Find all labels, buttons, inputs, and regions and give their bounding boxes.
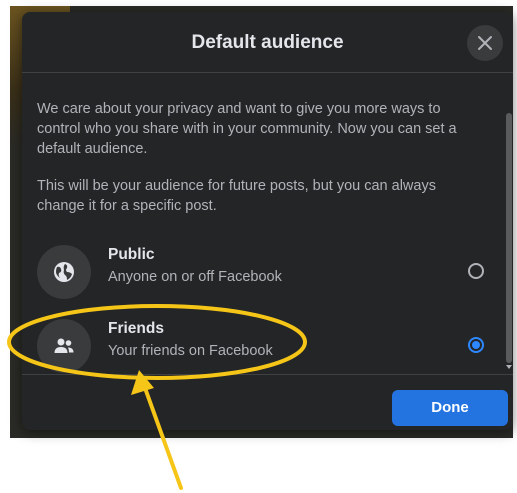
dialog-body: We care about your privacy and want to g… <box>22 73 503 373</box>
friends-icon <box>54 338 74 353</box>
intro-text: We care about your privacy and want to g… <box>37 101 457 157</box>
public-icon-circle <box>37 245 91 299</box>
default-audience-dialog: Default audience We care about your priv… <box>22 12 513 430</box>
audience-option-public[interactable]: Public Anyone on or off Facebook <box>30 239 503 305</box>
scroll-down-arrow-icon[interactable] <box>506 365 512 369</box>
dialog-header: Default audience <box>22 12 513 73</box>
friends-icon-circle <box>37 319 91 373</box>
option-title-friends: Friends <box>108 320 164 337</box>
radio-friends[interactable] <box>468 337 484 353</box>
dialog-scrollbar[interactable] <box>505 73 513 373</box>
dialog-title: Default audience <box>191 32 344 53</box>
scroll-thumb[interactable] <box>506 113 512 363</box>
audience-option-friends[interactable]: Friends Your friends on Facebook <box>30 313 503 373</box>
dialog-footer: Done <box>22 374 513 430</box>
done-button[interactable]: Done <box>392 390 508 426</box>
close-button[interactable] <box>467 25 503 61</box>
screenshot-stage: Default audience We care about your priv… <box>0 0 517 493</box>
option-desc-public: Anyone on or off Facebook <box>108 269 282 285</box>
globe-icon <box>54 262 74 282</box>
option-desc-friends: Your friends on Facebook <box>108 343 273 359</box>
option-title-public: Public <box>108 246 155 263</box>
note-text: This will be your audience for future po… <box>37 178 436 214</box>
radio-public[interactable] <box>468 263 484 279</box>
close-icon <box>478 36 492 50</box>
